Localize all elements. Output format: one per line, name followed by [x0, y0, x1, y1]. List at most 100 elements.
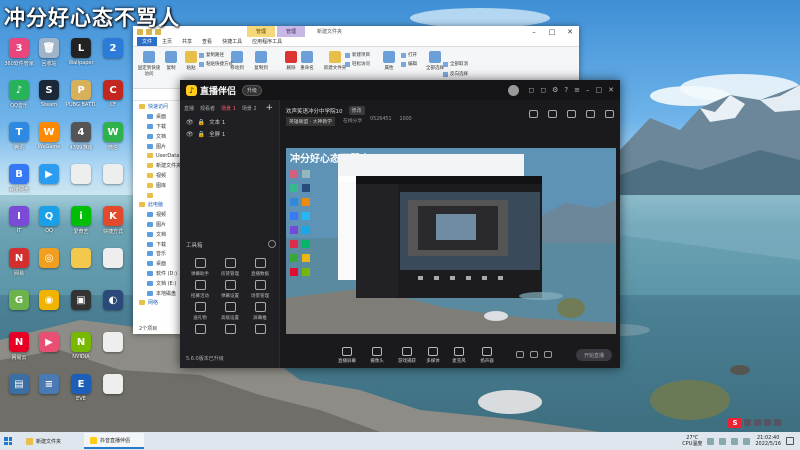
ribbon-small-button[interactable]: 轻松访问	[345, 61, 370, 67]
toolbox-item[interactable]: 屏幕推	[246, 302, 274, 321]
nav-item[interactable]: 软件 (D:)	[133, 269, 180, 279]
message-icon[interactable]: ◻	[529, 86, 535, 94]
desktop-icon[interactable]: ▤	[4, 374, 34, 410]
desktop-icon[interactable]: B 百度网盘	[4, 164, 34, 200]
chat-icon[interactable]	[567, 110, 576, 118]
settings-icon[interactable]: ⚙	[552, 86, 558, 94]
toolbox-item[interactable]: 高级设置	[216, 302, 244, 321]
desktop-icon[interactable]	[98, 374, 128, 410]
toolbox-item[interactable]: 弹幕设置	[216, 280, 244, 299]
tray-icon-3[interactable]	[764, 419, 771, 426]
desktop-icon[interactable]: T 腾讯	[4, 122, 34, 158]
ribbon-tab[interactable]: 查看	[197, 37, 217, 46]
bell-icon[interactable]	[586, 110, 595, 118]
network-icon[interactable]	[719, 437, 727, 445]
desktop-icon[interactable]: ◐	[98, 290, 128, 326]
desktop-icon[interactable]	[66, 248, 96, 284]
toolbox-item[interactable]: 招募活动	[186, 280, 214, 299]
ribbon-small-button[interactable]: 粘贴快捷方式	[199, 61, 233, 67]
desktop-icon[interactable]: S Steam	[34, 80, 64, 116]
desktop-icon[interactable]: 2	[98, 38, 128, 74]
toolbox-item[interactable]	[186, 324, 214, 337]
scene-tab[interactable]: 场景 1	[221, 105, 236, 112]
nav-item[interactable]: 桌面	[133, 259, 180, 269]
tray-icon-1[interactable]	[744, 419, 751, 426]
nav-item[interactable]: 本地磁盘	[133, 288, 180, 298]
tray-icon-2[interactable]	[754, 419, 761, 426]
stream-control-button[interactable]: 多媒体	[420, 347, 446, 364]
toolbox-item[interactable]: 房管管理	[216, 258, 244, 277]
add-scene-icon[interactable]: +	[265, 103, 273, 113]
toolbox-item[interactable]: 弹幕助手	[186, 258, 214, 277]
ribbon-small-button[interactable]: 全部取消	[443, 61, 468, 67]
shop-icon[interactable]	[529, 110, 538, 118]
ribbon-small-button[interactable]: 反向选择	[443, 71, 468, 77]
category-label[interactable]: 英雄联盟 · 大神教学	[286, 117, 335, 126]
desktop-icon[interactable]: W WeGame	[34, 122, 64, 158]
desktop-icon[interactable]: i 爱奇艺	[66, 206, 96, 242]
ribbon-tab[interactable]: 快捷工具	[217, 37, 247, 46]
gear-icon[interactable]	[544, 351, 552, 358]
edit-room-button[interactable]: 修改	[348, 106, 365, 115]
desktop-icon[interactable]: W 微信	[98, 122, 128, 158]
tray-icon-4[interactable]	[774, 419, 781, 426]
share-icon[interactable]	[605, 110, 614, 118]
ribbon-button[interactable]: 固定到快速访问	[137, 51, 161, 77]
toolbox-item[interactable]: 直播数据	[246, 258, 274, 277]
ribbon-small-button[interactable]: 复制路径	[199, 52, 224, 58]
toolbox-item[interactable]	[246, 324, 274, 337]
nav-item[interactable]: 视频	[133, 210, 180, 220]
maximize-icon[interactable]: □	[543, 26, 561, 37]
stream-control-button[interactable]: 麦克风	[446, 347, 472, 364]
explorer-titlebar[interactable]: 管理 管理 新建文件夹 – □ ✕	[133, 26, 579, 37]
ribbon-tab[interactable]: 文件	[137, 37, 158, 46]
gift-icon[interactable]: ◻	[540, 86, 546, 94]
nav-item[interactable]: 音乐	[133, 249, 180, 259]
avatar[interactable]	[507, 84, 519, 96]
desktop-icon[interactable]: G	[4, 290, 34, 326]
start-live-button[interactable]: 开始直播	[576, 349, 612, 361]
start-button[interactable]	[0, 432, 16, 450]
nav-item[interactable]: 图片	[133, 220, 180, 230]
stream-control-button[interactable]: 摄像头	[364, 347, 390, 364]
desktop-icon[interactable]: P PUBG BATTLEGR	[66, 80, 96, 116]
desktop-icon[interactable]: ▶	[34, 332, 64, 368]
desktop-icon[interactable]	[98, 248, 128, 284]
desktop-icon[interactable]: ≡	[34, 374, 64, 410]
nav-item[interactable]: 此电脑	[133, 200, 180, 210]
stream-titlebar[interactable]: ♪ 直播伴侣 升级 ◻ ◻ ⚙ ? ≡ – □ ✕	[180, 80, 620, 100]
meta-share[interactable]: 在线分享	[343, 117, 362, 126]
stream-preview-canvas[interactable]: 冲分好心态不骂人	[286, 148, 616, 334]
taskbar-app-button[interactable]: 抖音直播伴侣	[84, 433, 144, 449]
camera-mini-icon[interactable]	[516, 351, 524, 358]
source-layer[interactable]: 👁 🔒 文本 1	[180, 116, 279, 128]
stream-control-button[interactable]: 扬声器	[474, 347, 500, 364]
desktop-icon[interactable]: ▶	[34, 164, 64, 200]
ribbon-button[interactable]: 复制到	[249, 51, 273, 71]
box-icon[interactable]	[548, 110, 557, 118]
desktop-icon[interactable]: 4 4399游戏	[66, 122, 96, 158]
ribbon-button[interactable]: 新建文件夹	[323, 51, 347, 71]
ribbon-button[interactable]: 属性	[377, 51, 401, 71]
ribbon-small-button[interactable]: 打开	[401, 52, 417, 58]
nav-item[interactable]: 图库	[133, 180, 180, 190]
desktop-icon[interactable]: N NVIDIA	[66, 332, 96, 368]
toolbox-item[interactable]: 送礼物	[186, 302, 214, 321]
nav-item[interactable]: 图片	[133, 141, 180, 151]
desktop-icon[interactable]	[66, 164, 96, 200]
nav-item[interactable]: UserData	[133, 151, 180, 161]
help-icon[interactable]: ?	[564, 86, 568, 94]
desktop-icon[interactable]: K 快捷方式	[98, 206, 128, 242]
desktop-icon[interactable]: C CF	[98, 80, 128, 116]
nav-item[interactable]: 文档	[133, 131, 180, 141]
nav-item[interactable]: 桌面	[133, 112, 180, 122]
close-icon[interactable]: ✕	[561, 26, 579, 37]
source-layer[interactable]: 👁 🔒 全屏 1	[180, 128, 279, 140]
nav-item[interactable]: 下载	[133, 239, 180, 249]
nav-item[interactable]: 下载	[133, 122, 180, 132]
toolbox-item[interactable]	[216, 324, 244, 337]
desktop-icon[interactable]: Q QQ	[34, 206, 64, 242]
beauty-icon[interactable]	[530, 351, 538, 358]
stream-control-button[interactable]: 游戏捕获	[394, 347, 420, 364]
desktop-icon[interactable]: N 网易云	[4, 332, 34, 368]
